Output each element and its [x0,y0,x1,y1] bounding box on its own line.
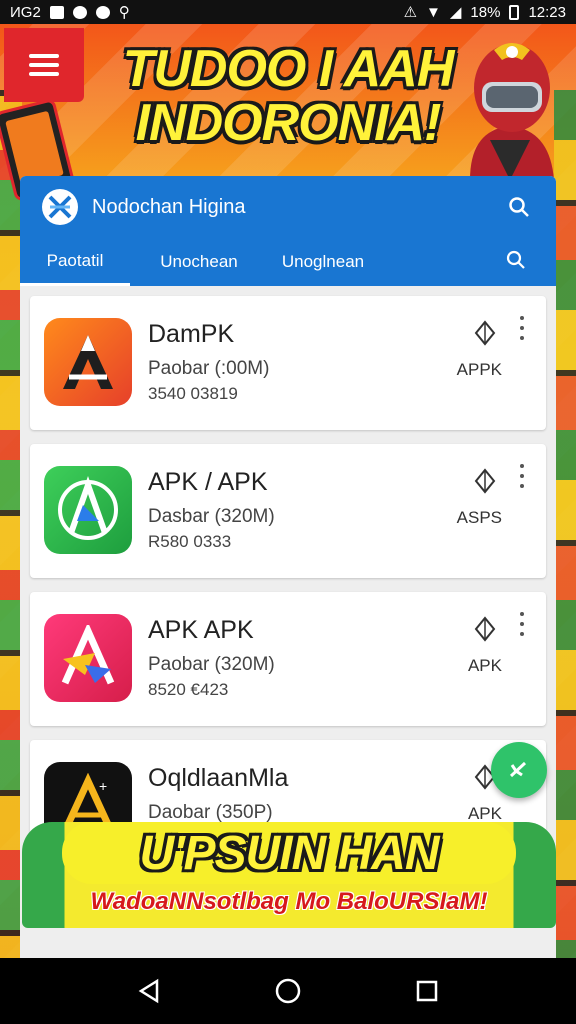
app-size: Paobar (320M) [148,654,275,675]
recents-button[interactable] [412,976,442,1006]
app-type: APK [467,656,502,675]
status-right: ⚠ ▼ ◢ 18% 12:23 [403,3,566,22]
right-decoration [554,90,576,960]
app-bar-top: Nodochan Higina [20,176,556,238]
status-left-text: ИG2 [10,3,41,21]
tab-paotatil[interactable]: Paotatil [20,238,130,286]
banner-title-line1: TUDOO I AAH [122,40,455,98]
mascot-illustration [470,43,554,180]
home-button[interactable] [273,976,303,1006]
tab-unochean[interactable]: Unochean [144,238,254,286]
app-name: APK APK [148,616,254,644]
status-bar: ИG2 ⚲ ⚠ ▼ ◢ 18% 12:23 [0,0,576,24]
fab-button[interactable] [491,742,547,798]
app-type: ASPS [456,508,502,527]
svg-text:+: + [99,778,107,794]
alarm-icon: ⚠ [403,4,418,21]
arrow-icon [509,761,527,778]
diamond-icon[interactable] [474,616,496,642]
more-options-icon[interactable] [520,464,526,488]
message-icon [49,5,64,19]
app-meta: 3540 03819 [148,384,238,403]
home-icon [275,978,301,1004]
status-left: ИG2 ⚲ [10,3,130,22]
tab-unoglnean[interactable]: Unoglnean [268,238,378,286]
wifi-icon: ▼ [426,3,441,21]
banner-title-line2: INDORONIA! [135,94,442,152]
more-options-icon[interactable] [520,612,526,636]
signal-icon: ◢ [449,4,462,21]
search-icon[interactable] [508,196,530,218]
app-type: APPK [456,360,502,379]
app-name: DamPK [148,320,235,348]
list-item[interactable]: APK APK Paobar (320M) 8520 €423 APK [30,592,546,726]
usb-icon: ⚲ [118,4,130,21]
diamond-icon[interactable] [474,468,496,494]
app-bar: Nodochan Higina Paotatil Unochean Unogln… [20,176,556,286]
banner-title: TUDOO I AAH INDORONIA! [108,42,468,150]
app-icon-pink [44,614,132,702]
app-type: APK [467,804,502,823]
app-name: APK / APK [148,468,268,496]
app-size: Daobar (350P) [148,802,273,823]
media-icon [95,5,110,19]
tab-bar: Paotatil Unochean Unoglnean [20,238,556,286]
app-meta: R580 0333 [148,532,232,551]
promo-title: U'PSUIN HAN [139,827,439,880]
app-title: Nodochan Higina [92,195,246,218]
promo-banner[interactable]: U'PSUIN HAN WadoaNNsotlbag Mo BaloURSIaM… [22,822,556,928]
list-item[interactable]: APK / APK Dasbar (320M) R580 0333 ASPS [30,444,546,578]
battery-percent: 18% [470,3,501,21]
app-name: OqldlaanMla [148,764,289,792]
app-size: Paobar (:00M) [148,358,270,379]
clock: 12:23 [528,3,566,21]
left-decoration [0,90,22,960]
tab-search-icon[interactable] [506,250,526,270]
back-icon [138,978,159,1004]
hamburger-icon [29,54,59,76]
list-item[interactable]: DamPK Paobar (:00M) 3540 03819 APPK [30,296,546,430]
app-icon-orange [44,318,132,406]
app-icon-green [44,466,132,554]
diamond-icon[interactable] [474,320,496,346]
app-logo-icon [42,189,78,225]
app-meta: 8520 €423 [148,680,229,699]
promo-subtitle: WadoaNNsotlbag Mo BaloURSIaM! [90,888,488,915]
navigation-bar [0,958,576,1024]
back-button[interactable] [134,976,164,1006]
app-size: Dasbar (320M) [148,506,275,527]
sync-icon [72,5,87,19]
battery-icon [509,4,520,20]
app-list: DamPK Paobar (:00M) 3540 03819 APPK APK … [20,286,556,874]
menu-button[interactable] [4,28,84,102]
more-options-icon[interactable] [520,316,526,340]
recents-icon [416,980,437,1002]
